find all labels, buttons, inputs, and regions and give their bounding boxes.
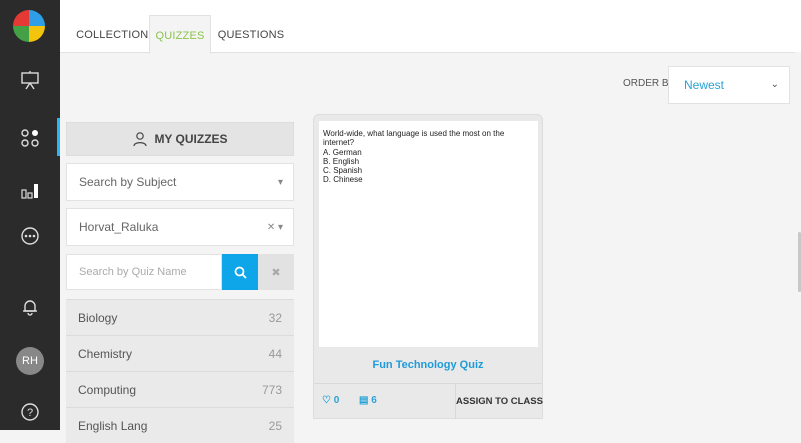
subject-list-item[interactable]: Chemistry 44 xyxy=(66,335,294,371)
quiz-option: C. Spanish xyxy=(323,166,363,175)
search-icon xyxy=(234,266,247,279)
order-by-value: Newest xyxy=(684,78,725,92)
quiz-card[interactable]: World-wide, what language is used the mo… xyxy=(313,114,543,419)
user-filter-select[interactable]: Horvat_Raluka ✕ ▾ xyxy=(66,208,294,246)
subject-name: Chemistry xyxy=(78,346,133,361)
quiz-name-search-input[interactable]: Search by Quiz Name xyxy=(66,254,222,290)
subject-list: Biology 32 Chemistry 44 Computing 773 En… xyxy=(66,299,294,443)
question-count-value: 6 xyxy=(371,395,377,406)
app-logo-icon[interactable] xyxy=(11,8,47,44)
quiz-search-placeholder: Search by Quiz Name xyxy=(79,266,187,278)
order-by-select[interactable]: Newest ⌄ xyxy=(668,66,790,104)
question-count: ▤ 6 xyxy=(359,395,377,406)
subject-filter-select[interactable]: Search by Subject ▾ xyxy=(66,163,294,201)
subject-name: English Lang xyxy=(78,418,148,433)
chevron-down-icon: ⌄ xyxy=(770,79,779,90)
tab-quizzes-label: QUIZZES xyxy=(155,30,205,42)
quiz-preview[interactable]: World-wide, what language is used the mo… xyxy=(319,121,538,347)
quiz-option: A. German xyxy=(323,148,362,157)
heart-icon: ♡ xyxy=(322,395,331,406)
my-quizzes-button[interactable]: MY QUIZZES xyxy=(66,122,294,156)
tab-questions-label: QUESTIONS xyxy=(217,29,285,41)
quizzes-dots-icon[interactable] xyxy=(16,124,44,152)
subject-name: Biology xyxy=(78,310,118,325)
tab-questions[interactable]: QUESTIONS xyxy=(215,15,287,52)
subject-count: 25 xyxy=(268,418,282,433)
help-icon[interactable]: ? xyxy=(16,398,44,426)
tab-collections-label: COLLECTIONS xyxy=(76,29,156,41)
subject-list-item[interactable]: English Lang 25 xyxy=(66,407,294,443)
subject-name: Computing xyxy=(78,382,137,397)
reports-bar-icon[interactable] xyxy=(16,176,44,204)
svg-text:?: ? xyxy=(27,407,33,419)
tab-collections[interactable]: COLLECTIONS xyxy=(74,15,158,52)
subject-count: 773 xyxy=(261,382,282,397)
active-indicator xyxy=(57,118,60,156)
top-tab-bar: COLLECTIONS QUIZZES QUESTIONS xyxy=(60,0,801,54)
chevron-down-icon: ▾ xyxy=(277,176,283,188)
subject-list-item[interactable]: Biology 32 xyxy=(66,299,294,335)
presentation-icon[interactable] xyxy=(16,66,44,94)
more-options-icon[interactable] xyxy=(16,222,44,250)
quiz-card-footer: ♡ 0 ▤ 6 ASSIGN TO CLASS xyxy=(314,383,543,419)
subject-count: 44 xyxy=(268,346,282,361)
tab-quizzes[interactable]: QUIZZES xyxy=(149,15,211,54)
subject-count: 32 xyxy=(268,310,282,325)
close-icon: ✖ xyxy=(271,266,281,279)
likes-count: 0 xyxy=(333,395,340,406)
quiz-option: D. Chinese xyxy=(323,175,363,184)
my-quizzes-label: MY QUIZZES xyxy=(154,132,228,146)
quiz-title-link[interactable]: Fun Technology Quiz xyxy=(314,347,542,383)
subject-filter-value: Search by Subject xyxy=(79,175,177,189)
user-filter-value: Horvat_Raluka xyxy=(79,220,159,234)
questions-icon: ▤ xyxy=(359,395,369,406)
likes-counter[interactable]: ♡ 0 xyxy=(322,395,339,406)
subject-list-item[interactable]: Computing 773 xyxy=(66,371,294,407)
quiz-option: B. English xyxy=(323,157,360,166)
side-rail: RH ? xyxy=(0,0,60,430)
assign-to-class-button[interactable]: ASSIGN TO CLASS xyxy=(455,384,543,419)
quiz-question-text: World-wide, what language is used the mo… xyxy=(323,129,505,147)
user-icon xyxy=(133,132,148,147)
quiz-search-row: Search by Quiz Name ✖ xyxy=(66,254,294,290)
search-button[interactable] xyxy=(222,254,258,290)
notification-bell-icon[interactable] xyxy=(16,293,44,321)
clear-search-button[interactable]: ✖ xyxy=(258,254,294,290)
clear-and-chevron-icon[interactable]: ✕ ▾ xyxy=(267,222,283,233)
page-scrollbar[interactable] xyxy=(795,52,801,430)
user-avatar[interactable]: RH xyxy=(16,347,44,375)
